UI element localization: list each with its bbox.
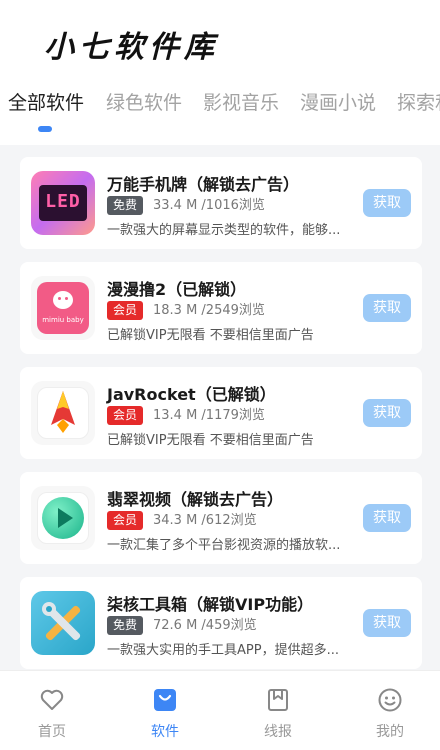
nav-profile[interactable]: 我的 <box>360 687 420 741</box>
nav-label: 线报 <box>264 724 292 740</box>
app-meta: 13.4 M /1179浏览 <box>153 408 265 423</box>
bottom-nav: 首页 软件 线报 我的 <box>0 670 440 750</box>
app-meta: 72.6 M /459浏览 <box>153 618 257 633</box>
app-card[interactable]: 柒核工具箱（解锁VIP功能） 免费 72.6 M /459浏览 一款强大实用的手… <box>20 577 422 669</box>
tab-comic-novel[interactable]: 漫画小说 <box>300 88 376 115</box>
get-button[interactable]: 获取 <box>363 294 411 322</box>
tools-icon <box>31 591 95 655</box>
nav-label: 软件 <box>151 724 179 740</box>
led-icon: LED <box>31 171 95 235</box>
free-badge: 免费 <box>107 196 144 215</box>
app-card[interactable]: JavRocket（已解锁） 会员 13.4 M /1179浏览 已解锁VIP无… <box>20 367 422 459</box>
bookmark-icon <box>268 689 288 711</box>
tab-explore[interactable]: 探索和 <box>397 88 440 115</box>
get-button[interactable]: 获取 <box>363 504 411 532</box>
nav-news[interactable]: 线报 <box>248 687 308 741</box>
app-list: LED 万能手机牌（解锁去广告） 免费 33.4 M /1016浏览 一款强大的… <box>0 145 440 670</box>
nav-software[interactable]: 软件 <box>135 687 195 741</box>
tab-green-software[interactable]: 绿色软件 <box>106 88 182 115</box>
app-card[interactable]: LED 万能手机牌（解锁去广告） 免费 33.4 M /1016浏览 一款强大的… <box>20 157 422 249</box>
vip-badge: 会员 <box>107 511 144 530</box>
mimiu-baby-icon: mimiu baby <box>31 276 95 340</box>
nav-home[interactable]: 首页 <box>22 687 82 741</box>
app-description: 一款汇集了多个平台影视资源的播放软... <box>107 538 341 553</box>
app-card[interactable]: 翡翠视频（解锁去广告） 会员 34.3 M /612浏览 一款汇集了多个平台影视… <box>20 472 422 564</box>
tab-indicator <box>38 126 52 132</box>
free-badge: 免费 <box>107 616 144 635</box>
tab-film-music[interactable]: 影视音乐 <box>203 88 279 115</box>
category-tabs: 全部软件 绿色软件 影视音乐 漫画小说 探索和 <box>0 88 440 128</box>
header: 小七软件库 全部软件 绿色软件 影视音乐 漫画小说 探索和 <box>0 0 440 145</box>
nav-label: 首页 <box>38 724 66 740</box>
play-icon <box>31 486 95 550</box>
app-meta: 18.3 M /2549浏览 <box>153 303 265 318</box>
app-title: 翡翠视频（解锁去广告） <box>107 490 284 509</box>
software-icon <box>154 689 176 711</box>
app-meta: 34.3 M /612浏览 <box>153 513 257 528</box>
app-title: 柒核工具箱（解锁VIP功能） <box>107 595 314 614</box>
app-title: 漫漫撸2（已解锁） <box>107 280 247 299</box>
app-card[interactable]: mimiu baby 漫漫撸2（已解锁） 会员 18.3 M /2549浏览 已… <box>20 262 422 354</box>
heart-icon <box>40 689 64 710</box>
app-meta: 33.4 M /1016浏览 <box>153 198 265 213</box>
vip-badge: 会员 <box>107 406 144 425</box>
vip-badge: 会员 <box>107 301 144 320</box>
app-description: 已解锁VIP无限看 不要相信里面广告 <box>107 433 314 448</box>
rocket-icon <box>31 381 95 445</box>
app-title: JavRocket（已解锁） <box>107 385 276 404</box>
app-description: 一款强大实用的手工具APP，提供超多... <box>107 643 339 658</box>
smile-icon <box>378 688 402 712</box>
app-description: 一款强大的屏幕显示类型的软件，能够... <box>107 223 341 238</box>
tab-all-software[interactable]: 全部软件 <box>8 88 84 115</box>
get-button[interactable]: 获取 <box>363 609 411 637</box>
get-button[interactable]: 获取 <box>363 189 411 217</box>
app-description: 已解锁VIP无限看 不要相信里面广告 <box>107 328 314 343</box>
nav-label: 我的 <box>376 724 404 740</box>
app-logo: 小七软件库 <box>44 30 219 65</box>
get-button[interactable]: 获取 <box>363 399 411 427</box>
app-title: 万能手机牌（解锁去广告） <box>107 175 300 194</box>
